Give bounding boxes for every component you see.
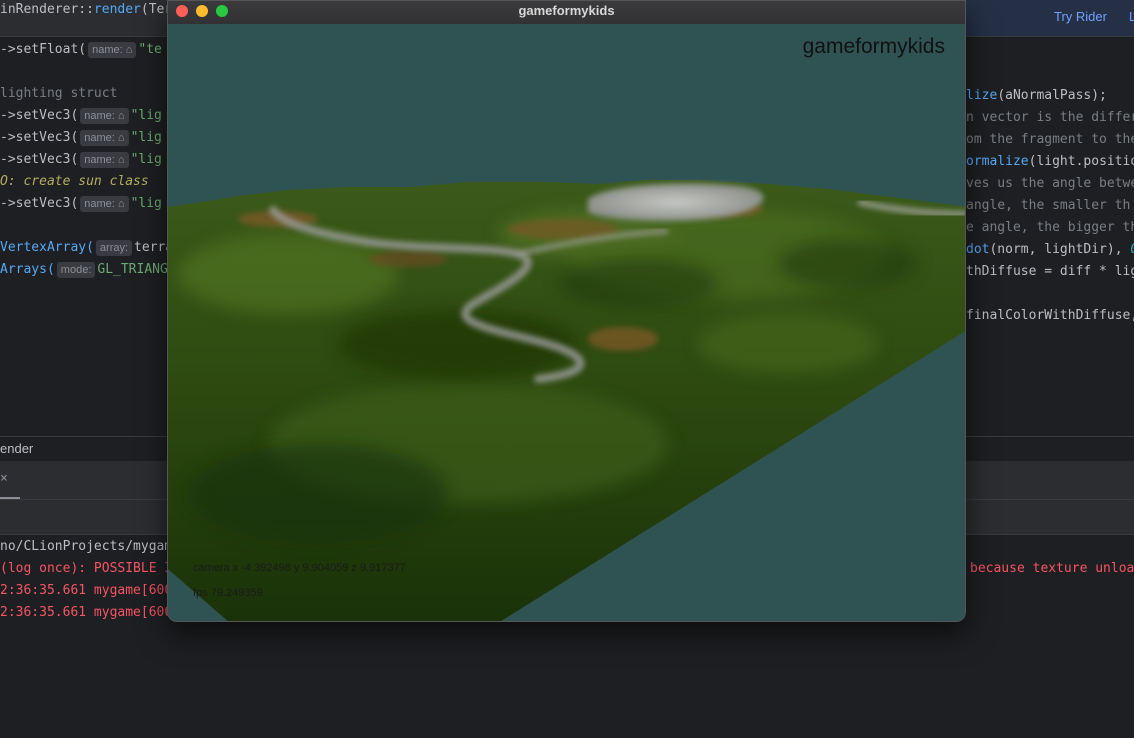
- game-viewport[interactable]: gameformykids camera x -4.392498 y 9.904…: [168, 24, 965, 621]
- hud-game-title: gameformykids: [802, 35, 945, 58]
- breadcrumb-function: render: [93, 2, 141, 17]
- code-line[interactable]: ->setVec3(name: ⌂ "lig: [0, 149, 162, 171]
- try-rider-link[interactable]: Try Rider: [1054, 9, 1107, 24]
- code-comment[interactable]: angle, the smaller th: [966, 195, 1130, 217]
- console-path: no/CLionProjects/mygam: [0, 539, 173, 554]
- code-comment[interactable]: lighting struct: [0, 83, 117, 105]
- code-line[interactable]: ->setVec3(name: ⌂ "lig: [0, 193, 162, 215]
- fps-readout: fps 79.249359: [193, 587, 263, 599]
- window-title: gameformykids: [518, 3, 615, 18]
- param-hint: name: ⌂: [80, 196, 129, 212]
- camera-readout: camera x -4.392498 y 9.904059 z 9.917377: [193, 562, 406, 574]
- breadcrumb-class: inRenderer::: [0, 2, 94, 17]
- console-line: 2:36:35.661 mygame[600: [0, 583, 173, 598]
- code-line[interactable]: ->setVec3(name: ⌂ "lig: [0, 105, 162, 127]
- code-comment[interactable]: n vector is the differ: [966, 107, 1134, 129]
- ide-notification-bar: [966, 0, 1134, 36]
- param-hint: name: ⌂: [80, 152, 129, 168]
- param-hint: name: ⌂: [80, 130, 129, 146]
- code-line[interactable]: ->setFloat(name: ⌂ "te: [0, 39, 162, 61]
- console-line: because texture unloa: [970, 561, 1134, 576]
- code-line[interactable]: ormalize(light.positio: [966, 151, 1134, 173]
- close-icon[interactable]: ×: [0, 471, 8, 486]
- console-line: (log once): POSSIBLE I: [0, 561, 173, 576]
- param-hint: name: ⌂: [80, 108, 129, 124]
- param-hint: mode:: [56, 262, 96, 278]
- param-hint: name: ⌂: [88, 42, 137, 58]
- code-line[interactable]: Arrays(mode: GL_TRIANG: [0, 259, 168, 281]
- window-titlebar[interactable]: gameformykids: [168, 1, 965, 25]
- tab-indicator: [0, 497, 20, 499]
- extra-link[interactable]: L: [1129, 9, 1134, 24]
- code-line[interactable]: dot(norm, lightDir), 0: [966, 239, 1134, 261]
- code-line[interactable]: VertexArray(array: terra: [0, 237, 173, 259]
- terrain-render: [168, 24, 965, 621]
- todo-comment[interactable]: O: create sun class: [0, 171, 149, 193]
- code-line[interactable]: lize(aNormalPass);: [966, 85, 1107, 107]
- breadcrumb[interactable]: inRenderer::render(Ter: [0, 2, 172, 17]
- game-window[interactable]: gameformykids gameformykids camera x -4.…: [167, 0, 966, 622]
- run-config-label[interactable]: ender: [0, 441, 33, 456]
- code-comment[interactable]: ves us the angle betwe: [966, 173, 1134, 195]
- code-line[interactable]: finalColorWithDiffuse,: [966, 305, 1134, 327]
- console-line: 2:36:35.661 mygame[600: [0, 605, 173, 620]
- code-comment[interactable]: e angle, the bigger th: [966, 217, 1134, 239]
- code-comment[interactable]: om the fragment to the: [966, 129, 1134, 151]
- code-line[interactable]: thDiffuse = diff * lig: [966, 261, 1134, 283]
- param-hint: array:: [95, 240, 133, 256]
- code-line[interactable]: ->setVec3(name: ⌂ "lig: [0, 127, 162, 149]
